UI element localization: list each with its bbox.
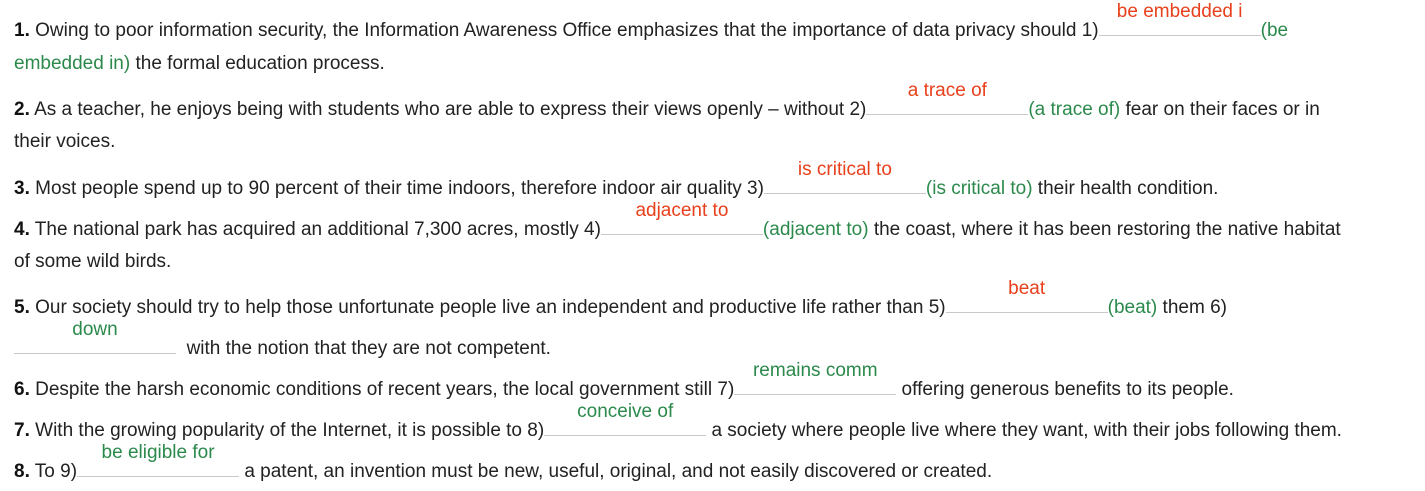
answer-blank-1[interactable]: be embedded i (1098, 1, 1261, 36)
item-text: With the growing popularity of the Inter… (29, 420, 545, 441)
answer-blank-4[interactable]: adjacent to (600, 200, 763, 235)
item-number: 8. (14, 461, 30, 482)
answer-text: is critical to (797, 159, 892, 180)
item-text: offering generous benefits to its people… (896, 379, 1234, 400)
item-text: Most people spend up to 90 percent of th… (29, 178, 764, 199)
answer-blank-2[interactable]: a trace of (866, 80, 1029, 115)
item-8-line-1: 8. To 9) be eligible for a patent, an inv… (14, 442, 993, 483)
item-1-line-2: embedded in) the formal education proces… (14, 53, 385, 75)
item-number: 1. (14, 20, 30, 41)
answer-text: remains comm (752, 360, 878, 381)
item-text: their voices. (14, 131, 116, 152)
item-text: To 9) (29, 461, 78, 482)
answer-blank-9[interactable]: be eligible for (77, 442, 240, 477)
answer-text: be embedded i (1116, 1, 1243, 22)
item-text: Owing to poor information security, the … (29, 20, 1099, 41)
item-text: with the notion that they are not compet… (186, 338, 551, 359)
answer-text: beat (1008, 278, 1046, 299)
answer-blank-3[interactable]: is critical to (763, 159, 926, 194)
item-number: 7. (14, 420, 30, 441)
item-5-line-1: 5. Our society should try to help those … (14, 278, 1227, 319)
answer-text: down (72, 319, 118, 340)
item-text: the formal education process. (130, 53, 385, 74)
answer-blank-8[interactable]: conceive of (544, 401, 707, 436)
answer-text: a trace of (907, 80, 987, 101)
answer-blank-5[interactable]: beat (945, 278, 1108, 313)
item-5-line-2: down with the notion that they are not c… (14, 319, 551, 360)
item-1-line-1: 1. Owing to poor information security, t… (14, 1, 1289, 42)
answer-blank-7[interactable]: remains comm (734, 360, 897, 395)
item-6-line-1: 6. Despite the harsh economic conditions… (14, 360, 1234, 401)
item-text: As a teacher, he enjoys being with stude… (29, 99, 867, 120)
item-text: their health condition. (1032, 178, 1219, 199)
item-number: 5. (14, 297, 30, 318)
item-number: 6. (14, 379, 30, 400)
hint-text: (adjacent to) (762, 219, 869, 240)
item-number: 4. (14, 219, 30, 240)
item-2-line-1: 2. As a teacher, he enjoys being with st… (14, 80, 1320, 121)
answer-blank-6[interactable]: down (14, 319, 176, 354)
hint-text: embedded in) (14, 53, 131, 74)
item-text: them 6) (1157, 297, 1227, 318)
item-4-line-2: of some wild birds. (14, 251, 171, 273)
item-text: The national park has acquired an additi… (29, 219, 601, 240)
answer-text: adjacent to (635, 200, 729, 221)
item-4-line-1: 4. The national park has acquired an add… (14, 200, 1341, 241)
item-text: the coast, where it has been restoring t… (868, 219, 1341, 240)
exercise-list: 1. Owing to poor information security, t… (0, 0, 1425, 491)
item-text: a society where people live where they w… (706, 420, 1342, 441)
item-number: 2. (14, 99, 30, 120)
hint-text: (beat) (1107, 297, 1158, 318)
item-text: Despite the harsh economic conditions of… (29, 379, 735, 400)
hint-text: (is critical to) (925, 178, 1033, 199)
item-text: a patent, an invention must be new, usef… (239, 461, 993, 482)
item-text: fear on their faces or in (1120, 99, 1320, 120)
answer-text: be eligible for (101, 442, 215, 463)
item-7-line-1: 7. With the growing popularity of the In… (14, 401, 1342, 442)
answer-text: conceive of (577, 401, 674, 422)
item-2-line-2: their voices. (14, 131, 115, 153)
hint-text: (a trace of) (1028, 99, 1121, 120)
item-number: 3. (14, 178, 30, 199)
hint-text: (be (1260, 20, 1289, 41)
item-text: Our society should try to help those unf… (29, 297, 946, 318)
item-3-line-1: 3. Most people spend up to 90 percent of… (14, 159, 1219, 200)
item-text: of some wild birds. (14, 251, 172, 272)
